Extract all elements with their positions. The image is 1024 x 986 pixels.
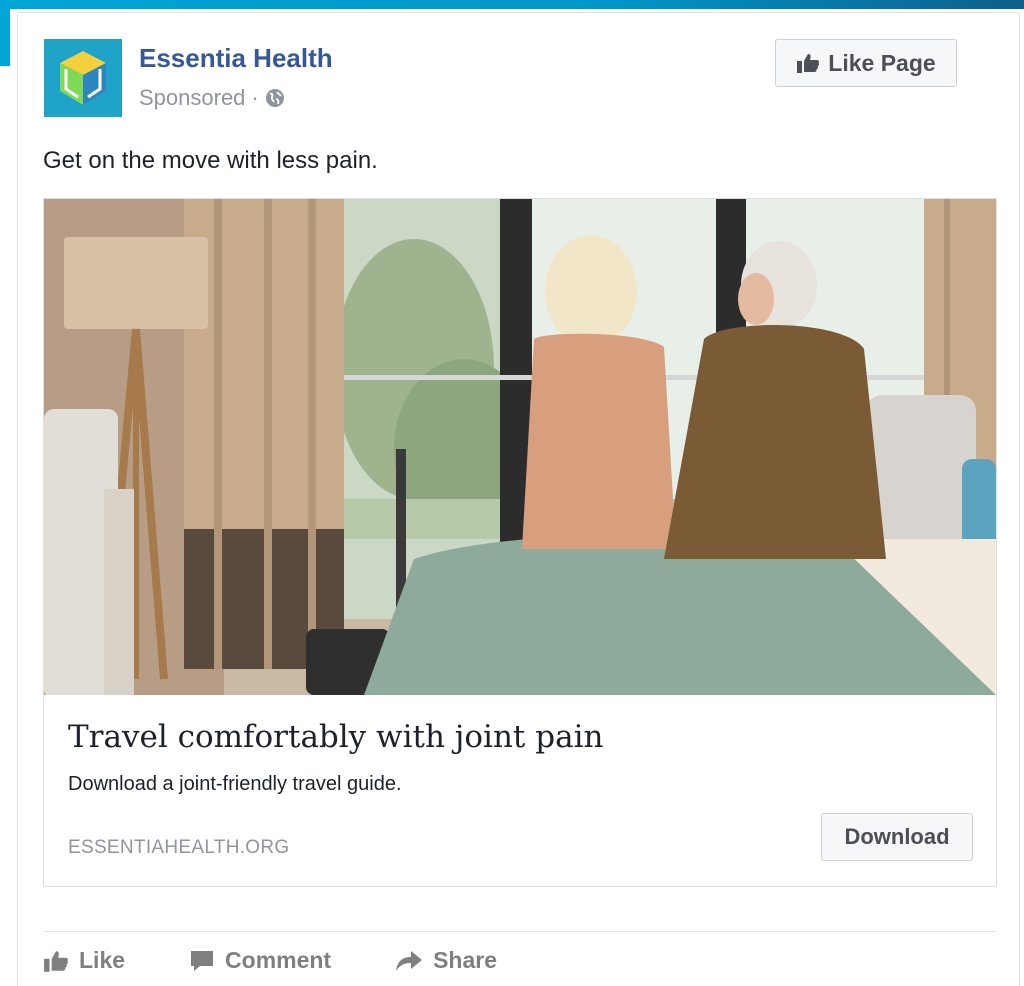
post-text: Get on the move with less pain. bbox=[43, 147, 378, 174]
link-title[interactable]: Travel comfortably with joint pain bbox=[68, 719, 603, 755]
share-action[interactable]: Share bbox=[395, 947, 497, 974]
post-actions-bar: Like Comment Share bbox=[43, 947, 561, 974]
sponsored-post-card: Essentia Health Sponsored · Like Page Ge… bbox=[17, 12, 1020, 986]
thumbs-up-icon bbox=[797, 54, 820, 73]
like-page-label: Like Page bbox=[828, 49, 936, 76]
left-accent-bar bbox=[0, 0, 10, 66]
thumbs-up-icon bbox=[44, 950, 68, 972]
comment-action[interactable]: Comment bbox=[189, 947, 331, 974]
page-avatar[interactable] bbox=[44, 39, 122, 117]
share-label: Share bbox=[433, 947, 498, 973]
like-page-button[interactable]: Like Page bbox=[775, 39, 957, 87]
link-attachment[interactable]: Travel comfortably with joint pain Downl… bbox=[43, 198, 997, 887]
essentia-logo-icon bbox=[44, 39, 122, 117]
actions-divider bbox=[43, 931, 997, 932]
globe-icon[interactable] bbox=[265, 88, 285, 108]
link-description: Download a joint-friendly travel guide. bbox=[68, 773, 402, 795]
download-button[interactable]: Download bbox=[821, 813, 973, 861]
like-action[interactable]: Like bbox=[43, 947, 125, 974]
share-arrow-icon bbox=[396, 950, 423, 971]
link-domain: ESSENTIAHEALTH.ORG bbox=[68, 837, 290, 858]
comment-icon bbox=[191, 950, 214, 971]
ad-photo[interactable] bbox=[44, 199, 996, 695]
couple-by-window-image bbox=[44, 199, 996, 695]
page-name-link[interactable]: Essentia Health bbox=[139, 43, 333, 74]
meta-separator: · bbox=[251, 85, 259, 110]
post-meta: Sponsored · bbox=[139, 85, 285, 111]
like-label: Like bbox=[79, 947, 126, 973]
sponsored-label[interactable]: Sponsored bbox=[139, 85, 245, 111]
top-accent-bar bbox=[0, 0, 1024, 9]
comment-label: Comment bbox=[225, 947, 332, 973]
